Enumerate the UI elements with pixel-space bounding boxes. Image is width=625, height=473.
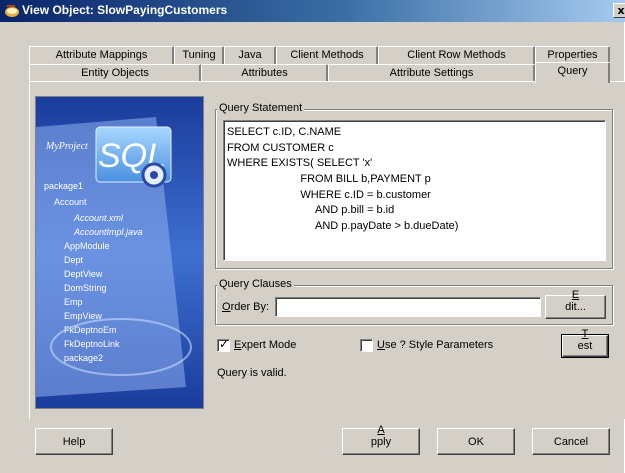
tree-item: AccountImpl.java — [73, 227, 143, 237]
order-by-label: Order By: — [222, 301, 270, 313]
ok-button[interactable]: OK — [437, 428, 515, 455]
tab-client-methods[interactable]: Client Methods — [276, 46, 378, 64]
edit-button[interactable]: Edit... — [545, 289, 606, 319]
query-statement-label: Query Statement — [217, 102, 305, 114]
query-statement-textarea[interactable]: SELECT c.ID, C.NAME FROM CUSTOMER c WHER… — [223, 120, 606, 261]
tree-item: Account.xml — [73, 213, 124, 223]
tab-label: Client Row Methods — [407, 49, 506, 61]
query-line: WHERE c.ID = b.customer — [227, 188, 431, 201]
query-clauses-label: Query Clauses — [217, 278, 294, 290]
window-title: View Object: SlowPayingCustomers — [22, 3, 228, 17]
sql-illustration: SQL MyProject package1 Account Account.x… — [36, 97, 203, 408]
check-mark-icon: ✓ — [219, 337, 230, 351]
dialog-window: View Object: SlowPayingCustomers x Attri… — [0, 0, 625, 473]
tab-label: Properties — [547, 49, 598, 61]
use-style-parameters-label: Use ? Style Parameters — [377, 339, 494, 351]
tab-label: Tuning — [182, 49, 216, 61]
query-line: FROM CUSTOMER c — [227, 141, 334, 154]
tab-label: Attribute Mappings — [55, 49, 148, 61]
tree-item: package1 — [44, 181, 83, 191]
tree-item: Dept — [64, 255, 84, 265]
expert-mode-label: Expert Mode — [234, 339, 297, 351]
tree-item: AppModule — [64, 241, 110, 251]
status-text: Query is valid. — [217, 367, 287, 379]
tree-item: EmpView — [64, 311, 102, 321]
tree-item: FkDeptnoLink — [64, 339, 120, 349]
tab-attribute-settings[interactable]: Attribute Settings — [328, 64, 535, 82]
cancel-button[interactable]: Cancel — [532, 428, 610, 455]
test-button[interactable]: Test — [561, 328, 609, 358]
tab-client-row-methods[interactable]: Client Row Methods — [378, 46, 535, 64]
tree-item: Emp — [64, 297, 83, 307]
tree-item: Account — [54, 197, 87, 207]
query-line: AND p.payDate > b.dueDate) — [227, 220, 459, 233]
query-line: AND p.bill = b.id — [227, 204, 395, 217]
tab-query[interactable]: Query — [535, 62, 610, 83]
close-button[interactable]: x — [613, 3, 625, 18]
tab-label: Query — [557, 65, 588, 77]
side-illustration: SQL MyProject package1 Account Account.x… — [35, 96, 204, 409]
project-label: MyProject — [45, 141, 88, 152]
apply-button[interactable]: Apply — [342, 424, 420, 455]
query-line: WHERE EXISTS( SELECT 'x' — [227, 157, 373, 170]
use-style-parameters-checkbox[interactable] — [360, 339, 373, 352]
tab-label: Attribute Settings — [389, 67, 474, 79]
query-line: FROM BILL b,PAYMENT p — [227, 173, 431, 186]
tree-item: DomString — [64, 283, 107, 293]
tree-item: DeptView — [64, 269, 103, 279]
tab-label: Client Methods — [290, 49, 364, 61]
close-icon: x — [617, 4, 625, 17]
tab-label: Java — [238, 49, 262, 61]
query-line: SELECT c.ID, C.NAME — [227, 126, 342, 138]
tab-java[interactable]: Java — [224, 46, 276, 64]
tab-attributes[interactable]: Attributes — [201, 64, 328, 82]
order-by-input[interactable] — [275, 297, 541, 317]
title-bar[interactable]: View Object: SlowPayingCustomers x — [0, 0, 625, 22]
tab-tuning[interactable]: Tuning — [174, 46, 224, 64]
tab-label: Attributes — [241, 67, 288, 79]
coffee-cup-icon — [5, 4, 19, 17]
help-button[interactable]: Help — [35, 428, 113, 455]
tab-label: Entity Objects — [81, 67, 149, 79]
expert-mode-checkbox[interactable]: ✓ — [217, 337, 230, 352]
tab-attribute-mappings[interactable]: Attribute Mappings — [29, 46, 174, 64]
tree-item: package2 — [64, 353, 103, 363]
tab-entity-objects[interactable]: Entity Objects — [29, 64, 201, 82]
